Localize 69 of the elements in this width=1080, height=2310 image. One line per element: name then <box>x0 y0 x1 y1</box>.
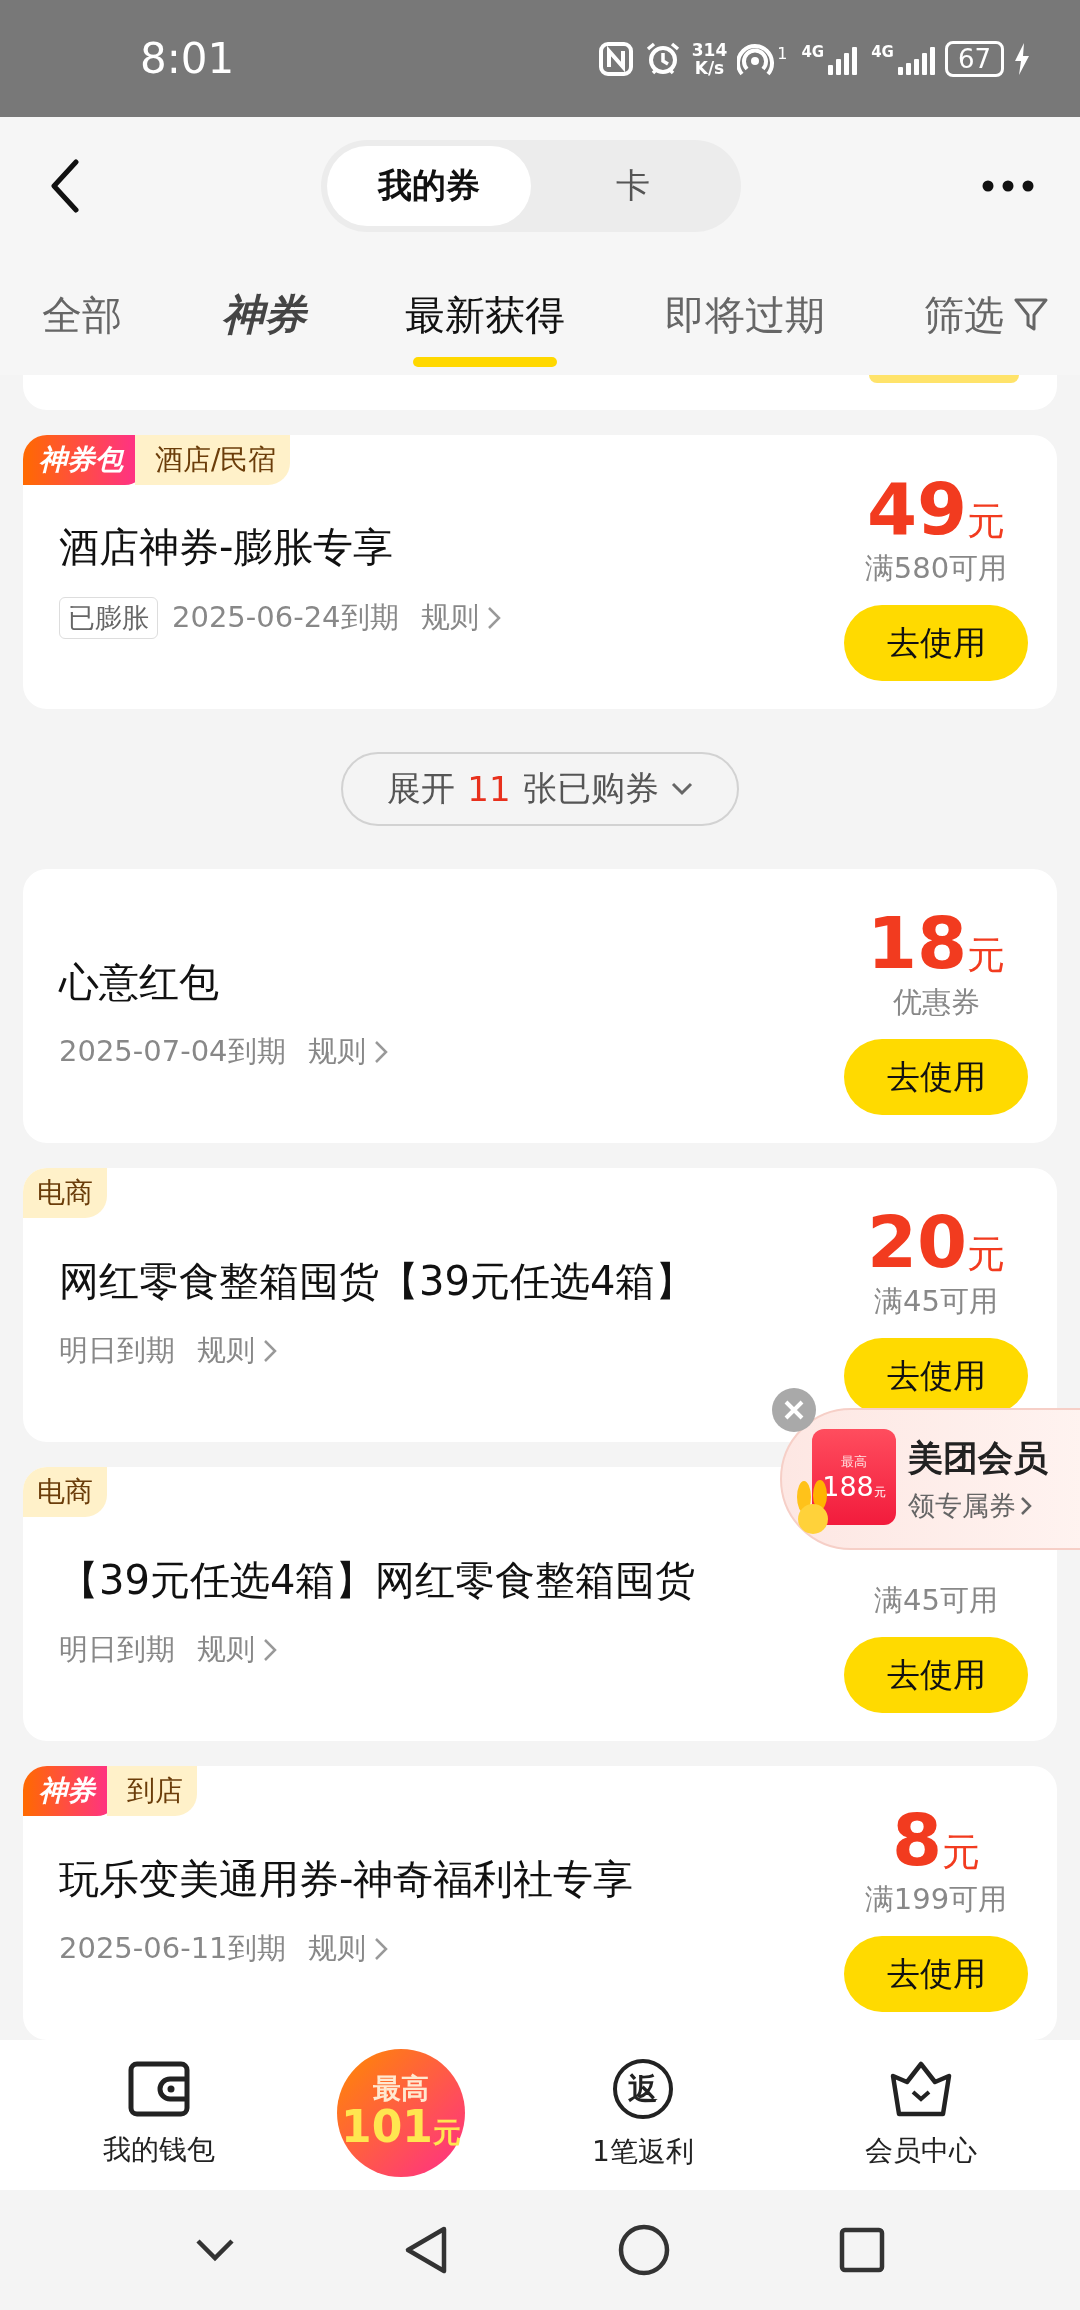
filter-tab[interactable]: 即将过期 <box>664 263 825 367</box>
category-tag: 到店 <box>107 1766 197 1816</box>
coupon-title: 【39元任选4箱】网红零食整箱囤货 <box>59 1555 697 1605</box>
category-tag: 酒店/民宿 <box>135 435 291 485</box>
coupon-amount: 8元 <box>891 1804 981 1876</box>
expiry-date: 2025-06-24到期 <box>172 598 399 636</box>
use-button[interactable]: 去使用 <box>844 1039 1028 1115</box>
rebate-icon[interactable]: 返 <box>613 2059 673 2119</box>
status-label: 已膨胀 <box>59 596 158 639</box>
use-button[interactable]: 去使用 <box>844 605 1028 681</box>
coupon-amount: 49元 <box>866 473 1006 545</box>
expand-button[interactable]: 展开 11 张已购券 <box>341 752 739 826</box>
chevron-down-icon[interactable] <box>670 782 693 796</box>
usage-condition: 满45可用 <box>874 1582 998 1619</box>
nav-label[interactable]: 会员中心 <box>865 2132 977 2170</box>
filter-tab[interactable]: 全部 <box>42 263 122 367</box>
nav-label[interactable]: 1笔返利 <box>592 2133 694 2171</box>
wallet-icon[interactable] <box>128 2061 190 2117</box>
coupon-amount: 20元 <box>866 1206 1006 1278</box>
member-popup[interactable]: 最高 188 元 美团会员 领专属券 <box>780 1408 1080 1550</box>
nav-label[interactable]: 我的钱包 <box>103 2131 215 2169</box>
back-icon[interactable] <box>50 159 80 213</box>
rules-link[interactable]: 规则 <box>197 1330 277 1371</box>
rules-link[interactable]: 规则 <box>307 1031 388 1072</box>
coupon-title: 玩乐变美通用券-神奇福利社专享 <box>59 1854 635 1904</box>
chevron-icon[interactable] <box>373 1936 388 1961</box>
usage-condition: 优惠券 <box>892 984 980 1021</box>
use-button[interactable]: 去使用 <box>844 1936 1028 2012</box>
usage-condition: 满580可用 <box>864 550 1008 587</box>
chevron-icon[interactable] <box>1020 1495 1032 1516</box>
coupon-icon: 最高 188 元 <box>812 1429 896 1525</box>
nfc-icon <box>597 40 634 77</box>
expiry-date: 明日到期 <box>59 1331 175 1369</box>
recents-icon[interactable] <box>839 2227 886 2273</box>
popup-title: 美团会员 <box>908 1436 1048 1480</box>
segment-tab[interactable]: 我的券 <box>327 146 531 226</box>
battery-icon: 67 <box>944 40 1004 77</box>
crown-basket-icon[interactable] <box>889 2060 953 2118</box>
network-speed: 314 K/s <box>691 40 728 77</box>
coupon-title: 酒店神券-膨胀专享 <box>59 522 395 572</box>
collapse-icon[interactable] <box>194 2238 235 2262</box>
rules-link[interactable]: 规则 <box>197 1629 277 1670</box>
coupon-title: 心意红包 <box>59 957 220 1007</box>
clock: 8:01 <box>140 34 235 83</box>
rules-link[interactable]: 规则 <box>420 597 501 638</box>
filter-icon[interactable] <box>1014 297 1048 333</box>
usage-condition: 满199可用 <box>864 1881 1008 1918</box>
coupon-title: 网红零食整箱囤货【39元任选4箱】 <box>59 1256 697 1306</box>
more-icon[interactable] <box>982 180 1034 192</box>
hotspot-count: 1 <box>777 43 788 63</box>
chevron-icon[interactable] <box>263 1637 277 1662</box>
segment-tab[interactable]: 卡 <box>531 146 735 226</box>
back-triangle-icon[interactable] <box>404 2225 449 2275</box>
filter-tab[interactable]: 最新获得 <box>405 263 565 367</box>
expiry-date: 2025-06-11到期 <box>59 1929 286 1967</box>
home-icon[interactable] <box>617 2224 670 2276</box>
expiry-date: 明日到期 <box>59 1630 175 1668</box>
category-tag: 电商 <box>23 1467 107 1517</box>
chevron-icon[interactable] <box>373 1039 388 1064</box>
usage-condition: 满45可用 <box>874 1283 998 1320</box>
rules-link[interactable]: 规则 <box>307 1928 388 1969</box>
chevron-icon[interactable] <box>263 1338 277 1363</box>
use-button[interactable]: 去使用 <box>844 1637 1028 1713</box>
popup-subtitle: 领专属券 <box>908 1487 1048 1524</box>
category-tag: 电商 <box>23 1168 107 1218</box>
chevron-icon[interactable] <box>486 605 501 630</box>
filter-tab[interactable]: 筛选 <box>924 263 1004 367</box>
coupon-amount: 18元 <box>866 907 1006 979</box>
expiry-date: 2025-07-04到期 <box>59 1032 286 1070</box>
